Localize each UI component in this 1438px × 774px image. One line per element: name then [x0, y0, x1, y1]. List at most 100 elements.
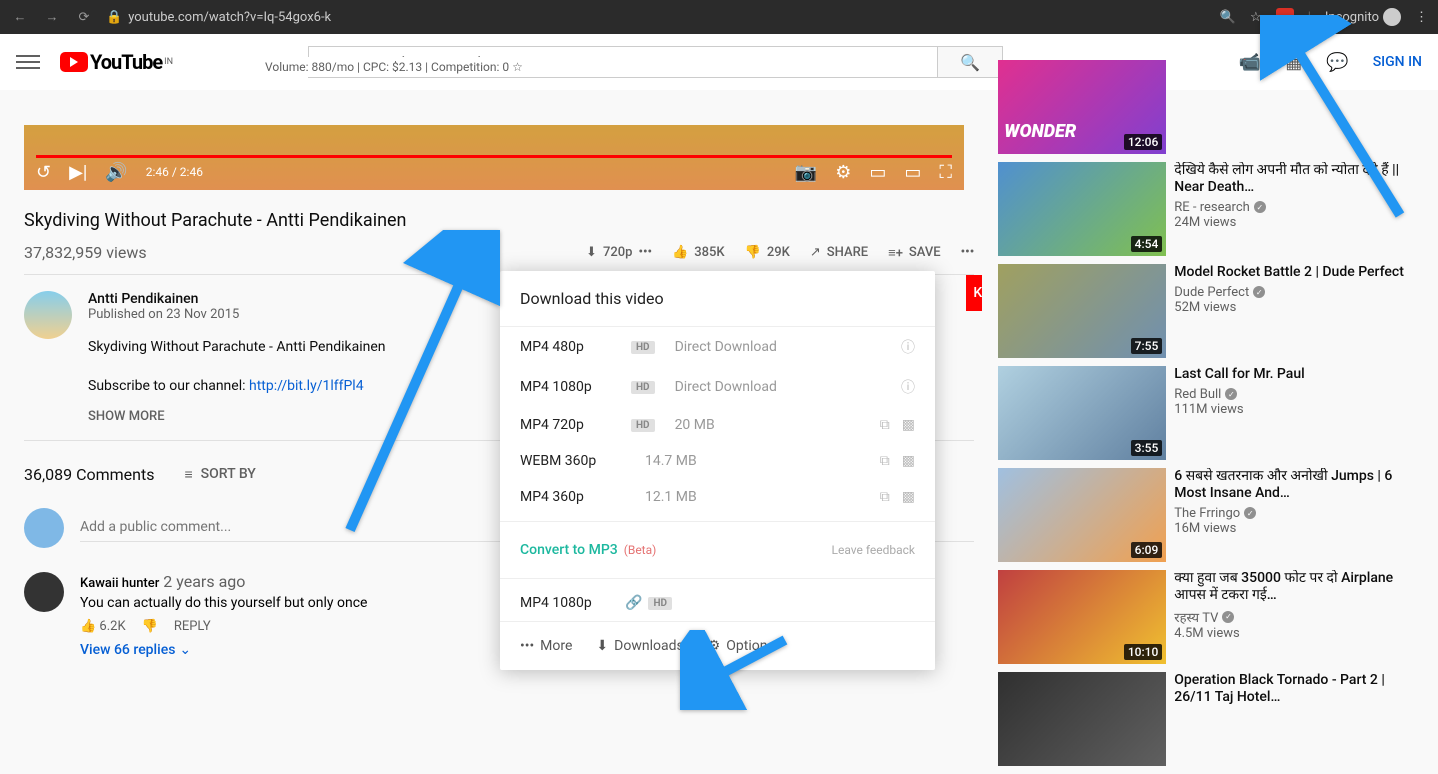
rec-channel-name: Dude Perfect ✓ [1174, 285, 1414, 300]
youtube-country: IN [164, 57, 173, 67]
subscribe-link[interactable]: http://bit.ly/1lffPl4 [249, 378, 364, 394]
url-text[interactable]: youtube.com/watch?v=Iq-54gox6-k [128, 10, 1220, 25]
video-title: Skydiving Without Parachute - Antti Pend… [24, 210, 974, 231]
subscribe-button[interactable]: K [966, 275, 982, 311]
recommended-video[interactable]: 7:55 Model Rocket Battle 2 | Dude Perfect… [998, 264, 1414, 358]
share-icon: ↗ [810, 245, 821, 260]
download-popup-title: Download this video [500, 271, 935, 327]
thumbs-up-icon: 👍 [672, 245, 688, 260]
fullscreen-icon[interactable]: ⛶ [939, 162, 952, 183]
player-controls: ↺ ▶| 🔊 2:46 / 2:46 📷 ⚙ ▭ ▭ ⛶ [24, 154, 964, 190]
video-thumbnail: WONDER12:06 [998, 60, 1166, 154]
qr-icon[interactable]: ▩ [902, 417, 915, 433]
youtube-logo[interactable]: YouTube IN [60, 50, 173, 74]
like-button[interactable]: 👍 385K [672, 245, 725, 260]
rec-channel-name: The Frringo ✓ [1174, 506, 1414, 521]
video-thumbnail: 7:55 [998, 264, 1166, 358]
zoom-icon[interactable]: 🔍 [1220, 10, 1236, 25]
miniplayer-icon[interactable]: ▭ [869, 162, 886, 183]
save-button[interactable]: ≡+ SAVE [888, 245, 941, 261]
rec-video-title: देखिये कैसे लोग अपनी मौत को न्योता देते … [1174, 162, 1414, 196]
copy-icon[interactable]: ⧉ [880, 453, 890, 469]
feedback-link[interactable]: Leave feedback [832, 543, 916, 557]
apps-icon[interactable]: ▦ [1285, 52, 1302, 73]
download-popup: Download this video MP4 480pHDDirect Dow… [500, 271, 935, 670]
share-button[interactable]: ↗ SHARE [810, 245, 868, 260]
thumbs-down-icon: 👎 [745, 245, 761, 260]
download-format-row[interactable]: MP4 720pHD20 MB⧉▩ [500, 407, 935, 443]
comment-like-button[interactable]: 👍 6.2K [80, 619, 126, 634]
qr-icon[interactable]: ▩ [902, 489, 915, 505]
convert-mp3-button[interactable]: Convert to MP3 [520, 542, 618, 558]
browser-bar: ← → ⟳ 🔒 youtube.com/watch?v=Iq-54gox6-k … [0, 0, 1438, 34]
nav-back-icon[interactable]: ← [10, 7, 30, 27]
search-button[interactable]: 🔍 [938, 46, 1003, 78]
bookmark-star-icon[interactable]: ☆ [1250, 10, 1262, 25]
volume-icon[interactable]: 🔊 [105, 162, 127, 183]
info-icon[interactable]: ⓘ [901, 377, 915, 397]
rec-channel-name: RE - research ✓ [1174, 200, 1414, 215]
recommended-video[interactable]: 10:10क्या हुवा जब 35000 फोट पर दो Airpla… [998, 570, 1414, 664]
recommended-video[interactable]: Operation Black Tornado - Part 2 | 26/11… [998, 672, 1414, 766]
download-format-row[interactable]: MP4 1080pHDDirect Downloadⓘ [500, 367, 935, 407]
comments-count: 36,089 Comments [24, 465, 155, 484]
rec-video-views: 24M views [1174, 215, 1414, 230]
recommended-video[interactable]: 6:096 सबसे खतरनाक और अनोखी Jumps | 6 Mos… [998, 468, 1414, 562]
settings-icon[interactable]: ⚙ [835, 162, 851, 183]
comment-dislike-button[interactable]: 👎 [142, 619, 158, 634]
info-icon[interactable]: ⓘ [901, 337, 915, 357]
duration-badge: 3:55 [1131, 440, 1163, 456]
replay-icon[interactable]: ↺ [36, 162, 51, 183]
video-thumbnail: 6:09 [998, 468, 1166, 562]
verified-icon: ✓ [1254, 201, 1266, 213]
duration-badge: 7:55 [1131, 338, 1163, 354]
popup-options-button[interactable]: ⚙ Options [708, 638, 775, 654]
rec-video-title: Model Rocket Battle 2 | Dude Perfect [1174, 264, 1414, 281]
download-extra-format[interactable]: MP4 1080p 🔗 HD [500, 585, 935, 621]
video-player[interactable]: ↺ ▶| 🔊 2:46 / 2:46 📷 ⚙ ▭ ▭ ⛶ [24, 125, 964, 190]
popup-more-button[interactable]: ••• More [520, 638, 572, 654]
rec-video-views: 111M views [1174, 402, 1414, 417]
create-video-icon[interactable]: 📹 [1239, 52, 1261, 73]
nav-forward-icon[interactable]: → [42, 7, 62, 27]
video-thumbnail: 4:54 [998, 162, 1166, 256]
extension-icon[interactable] [1276, 8, 1294, 26]
download-action[interactable]: ⬇ 720p ••• [586, 245, 652, 274]
sort-button[interactable]: ≡ SORT BY [185, 466, 256, 483]
messages-icon[interactable]: 💬 [1326, 52, 1348, 73]
signin-button[interactable]: SIGN IN [1373, 54, 1422, 70]
next-icon[interactable]: ▶| [69, 162, 87, 183]
save-icon: ≡+ [888, 245, 903, 261]
comment-author[interactable]: Kawaii hunter [80, 576, 159, 591]
commenter-avatar[interactable] [24, 572, 64, 612]
download-format-row[interactable]: MP4 480pHDDirect Downloadⓘ [500, 327, 935, 367]
more-actions-icon[interactable]: ••• [961, 245, 975, 260]
browser-menu-icon[interactable]: ⋮ [1415, 10, 1428, 25]
channel-avatar[interactable] [24, 291, 72, 339]
nav-reload-icon[interactable]: ⟳ [74, 7, 94, 27]
recommended-video[interactable]: 3:55Last Call for Mr. PaulRed Bull ✓111M… [998, 366, 1414, 460]
duration-badge: 4:54 [1131, 236, 1163, 252]
copy-icon[interactable]: ⧉ [880, 417, 890, 433]
recommended-video[interactable]: 4:54 देखिये कैसे लोग अपनी मौत को न्योता द… [998, 162, 1414, 256]
download-format-row[interactable]: MP4 360p12.1 MB⧉▩ [500, 479, 935, 515]
qr-icon[interactable]: ▩ [902, 453, 915, 469]
menu-icon[interactable] [16, 50, 40, 74]
theater-icon[interactable]: ▭ [904, 162, 921, 183]
comment-reply-button[interactable]: REPLY [174, 619, 211, 634]
rec-video-title: Last Call for Mr. Paul [1174, 366, 1414, 383]
more-dots-icon[interactable]: ••• [638, 245, 652, 260]
download-format-row[interactable]: WEBM 360p14.7 MB⧉▩ [500, 443, 935, 479]
dislike-button[interactable]: 👎 29K [745, 245, 790, 260]
rec-video-title: Operation Black Tornado - Part 2 | 26/11… [1174, 672, 1414, 706]
popup-downloads-button[interactable]: ⬇ Downloads [596, 638, 683, 654]
youtube-play-icon [60, 52, 88, 72]
video-views: 37,832,959 views [24, 243, 147, 262]
screenshot-icon[interactable]: 📷 [795, 162, 817, 183]
duration-badge: 12:06 [1124, 134, 1162, 150]
youtube-logo-text: YouTube [90, 50, 162, 74]
verified-icon: ✓ [1244, 507, 1256, 519]
copy-icon[interactable]: ⧉ [880, 489, 890, 505]
rec-video-title: 6 सबसे खतरनाक और अनोखी Jumps | 6 Most In… [1174, 468, 1414, 502]
duration-badge: 10:10 [1124, 644, 1162, 660]
